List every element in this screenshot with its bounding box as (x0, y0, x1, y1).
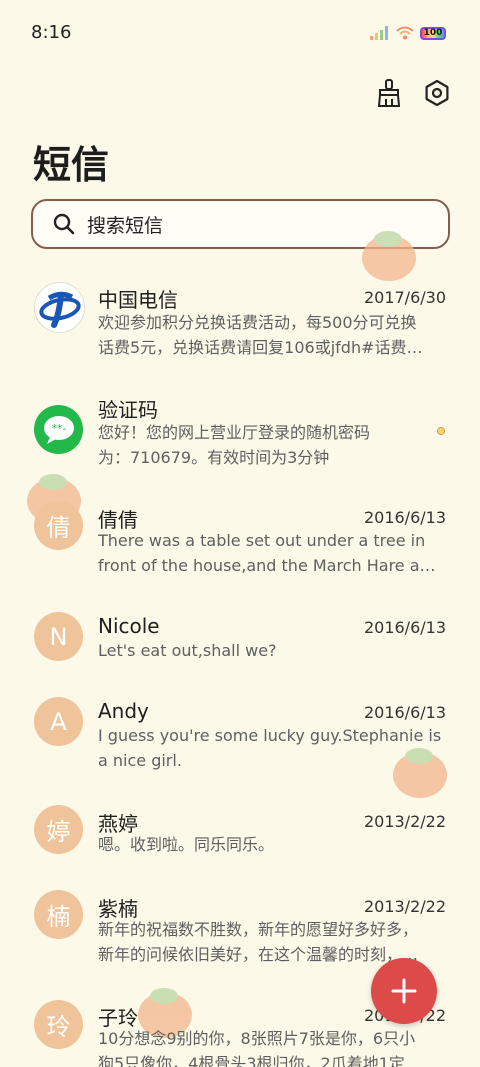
contact-name: 验证码 (98, 398, 158, 422)
message-preview: I guess you're some lucky guy.Stephanie … (98, 723, 444, 773)
message-preview: 嗯。收到啦。同乐同乐。 (98, 832, 444, 857)
message-date: 2016/6/13 (363, 618, 446, 637)
preview-line: 欢迎参加积分兑换话费活动，每500分可兑换 (98, 313, 417, 332)
conversation-item[interactable]: 中国电信 2017/6/30 欢迎参加积分兑换话费活动，每500分可兑换 话费5… (0, 268, 480, 368)
status-bar: 8:16 100 (0, 0, 480, 68)
avatar: N (34, 612, 83, 661)
battery-indicator: 100 (420, 26, 446, 40)
settings-button[interactable] (422, 78, 452, 108)
message-date: 2017/6/30 (363, 288, 446, 307)
contact-name: 中国电信 (98, 288, 178, 312)
signal-icon (370, 26, 388, 40)
telecom-logo-icon (38, 291, 81, 328)
message-preview: 您好！您的网上营业厅登录的随机密码 为：710679。有效时间为3分钟 (98, 420, 444, 470)
conversation-item[interactable]: N Nicole 2016/6/13 Let's eat out,shall w… (0, 598, 480, 678)
message-date: 2013/2/22 (363, 897, 446, 916)
avatar: 婷 (34, 805, 83, 854)
message-date: 2016/6/13 (363, 703, 446, 722)
preview-line: There was a table set out under a tree i… (98, 531, 426, 550)
message-preview: There was a table set out under a tree i… (98, 528, 444, 578)
message-preview: 欢迎参加积分兑换话费活动，每500分可兑换 话费5元，兑换话费请回复106或jf… (98, 310, 444, 360)
battery-level: 100 (423, 28, 443, 38)
message-preview: Let's eat out,shall we? (98, 638, 444, 663)
conversation-item[interactable]: 倩 倩倩 2016/6/13 There was a table set out… (0, 488, 480, 588)
plus-icon (391, 978, 417, 1004)
avatar: A (34, 697, 83, 746)
conversation-item[interactable]: **- 验证码 您好！您的网上营业厅登录的随机密码 为：710679。有效时间为… (0, 378, 480, 478)
status-time: 8:16 (31, 22, 72, 43)
preview-line: 话费5元，兑换话费请回复106或jfdh#话费… (98, 338, 423, 357)
status-icons: 100 (370, 26, 446, 40)
preview-line: I guess you're some lucky guy.Stephanie … (98, 726, 442, 745)
preview-line: 您好！您的网上营业厅登录的随机密码 (98, 423, 371, 442)
search-placeholder: 搜索短信 (87, 214, 164, 237)
avatar: 倩 (34, 501, 83, 550)
message-date: 2016/6/13 (363, 508, 446, 527)
preview-line: 为：710679。有效时间为3分钟 (98, 448, 330, 467)
preview-line: 新年的祝福数不胜数，新年的愿望好多好多， (98, 920, 419, 939)
message-date: 2013/2/22 (363, 812, 446, 831)
search-icon (53, 213, 75, 235)
new-message-button[interactable] (371, 958, 437, 1024)
preview-line: a nice girl. (98, 751, 182, 770)
conversation-item[interactable]: 婷 燕婷 2013/2/22 嗯。收到啦。同乐同乐。 (0, 792, 480, 872)
preview-line: front of the house,and the March Hare an… (98, 556, 444, 575)
wifi-icon (396, 26, 414, 40)
preview-line: 10分想念9别的你，8张照片7张是你，6只小 (98, 1029, 416, 1048)
avatar: 玲 (34, 1000, 83, 1049)
broom-icon (377, 79, 401, 107)
contact-name: Andy (98, 699, 149, 723)
contact-name: Nicole (98, 614, 160, 638)
page-title: 短信 (33, 143, 110, 187)
top-toolbar (374, 78, 452, 108)
preview-line: 狗5只像你，4根骨头3根归你，2爪着地1定… (98, 1054, 421, 1067)
preview-line: 嗯。收到啦。同乐同乐。 (98, 835, 275, 854)
svg-text:**-: **- (51, 422, 66, 435)
avatar: 楠 (34, 890, 83, 939)
china-telecom-logo (34, 282, 85, 333)
conversation-item[interactable]: A Andy 2016/6/13 I guess you're some luc… (0, 683, 480, 783)
message-bubble-icon: **- (34, 405, 83, 454)
settings-icon (425, 79, 449, 107)
message-preview: 10分想念9别的你，8张照片7张是你，6只小 狗5只像你，4根骨头3根归你，2爪… (98, 1026, 444, 1067)
clean-button[interactable] (374, 78, 404, 108)
preview-line: Let's eat out,shall we? (98, 641, 277, 660)
chat-bubble-icon: **- (43, 415, 74, 444)
